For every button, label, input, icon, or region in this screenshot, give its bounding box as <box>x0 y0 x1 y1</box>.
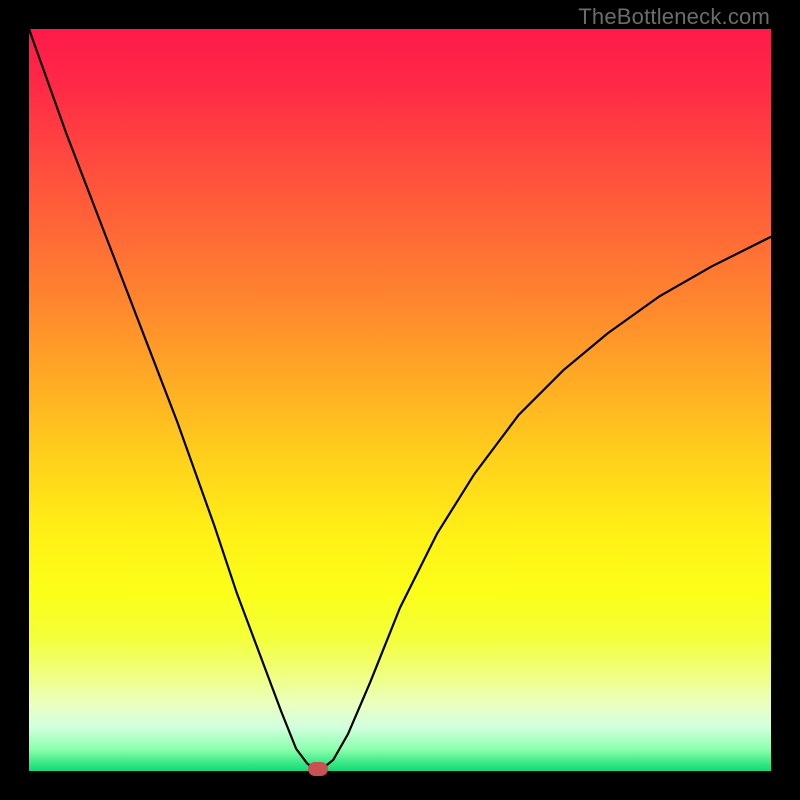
plot-area <box>29 29 771 771</box>
min-marker <box>308 762 328 776</box>
curve-svg <box>29 29 771 771</box>
watermark-text: TheBottleneck.com <box>578 4 770 30</box>
bottleneck-curve <box>29 29 771 769</box>
chart-frame: TheBottleneck.com <box>0 0 800 800</box>
